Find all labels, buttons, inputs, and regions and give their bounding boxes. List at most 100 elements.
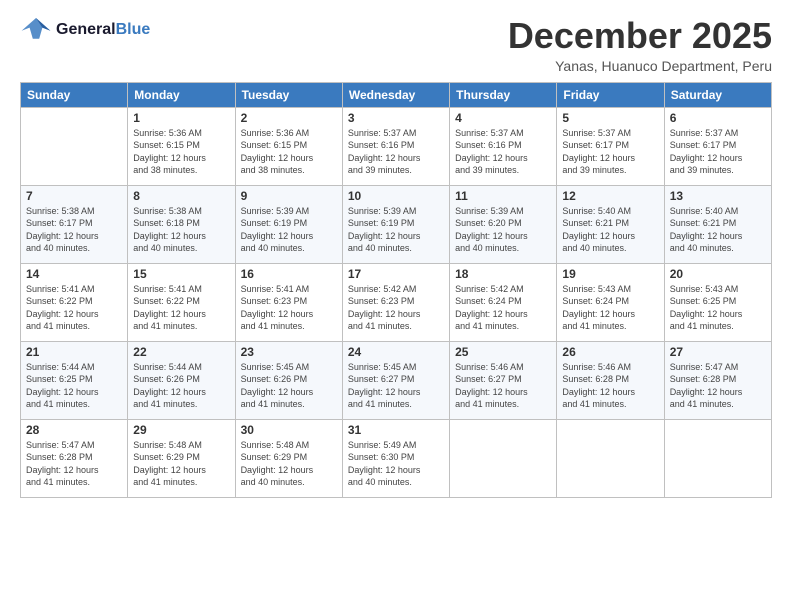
day-number: 3 xyxy=(348,111,444,125)
day-cell-18: 18 Sunrise: 5:42 AMSunset: 6:24 PMDayligh… xyxy=(450,263,557,341)
day-number: 22 xyxy=(133,345,229,359)
day-number: 13 xyxy=(670,189,766,203)
week-row-4: 21Sunrise: 5:44 AMSunset: 6:25 PMDayligh… xyxy=(21,341,772,419)
week-row-3: 14 Sunrise: 5:41 AMSunset: 6:22 PMDayligh… xyxy=(21,263,772,341)
day-cell-0 xyxy=(21,107,128,185)
day-info: Sunrise: 5:44 AMSunset: 6:25 PMDaylight:… xyxy=(26,361,122,411)
day-cell-33 xyxy=(557,419,664,497)
day-cell-14: 14 Sunrise: 5:41 AMSunset: 6:22 PMDayligh… xyxy=(21,263,128,341)
logo-text: GeneralBlue xyxy=(56,21,150,39)
day-cell-16: 16 Sunrise: 5:41 AMSunset: 6:23 PMDayligh… xyxy=(235,263,342,341)
day-number: 30 xyxy=(241,423,337,437)
day-info: Sunrise: 5:42 AMSunset: 6:24 PMDaylight:… xyxy=(455,283,551,333)
day-number: 9 xyxy=(241,189,337,203)
day-info: Sunrise: 5:42 AMSunset: 6:23 PMDaylight:… xyxy=(348,283,444,333)
day-number: 23 xyxy=(241,345,337,359)
day-info: Sunrise: 5:36 AMSunset: 6:15 PMDaylight:… xyxy=(133,127,229,177)
day-info: Sunrise: 5:39 AMSunset: 6:20 PMDaylight:… xyxy=(455,205,551,255)
day-info: Sunrise: 5:37 AMSunset: 6:16 PMDaylight:… xyxy=(455,127,551,177)
day-cell-8: 8Sunrise: 5:38 AMSunset: 6:18 PMDaylight… xyxy=(128,185,235,263)
day-info: Sunrise: 5:39 AMSunset: 6:19 PMDaylight:… xyxy=(348,205,444,255)
day-number: 15 xyxy=(133,267,229,281)
day-cell-9: 9 Sunrise: 5:39 AMSunset: 6:19 PMDaylight… xyxy=(235,185,342,263)
day-number: 4 xyxy=(455,111,551,125)
week-row-2: 7 Sunrise: 5:38 AMSunset: 6:17 PMDaylight… xyxy=(21,185,772,263)
day-number: 25 xyxy=(455,345,551,359)
day-number: 18 xyxy=(455,267,551,281)
day-info: Sunrise: 5:41 AMSunset: 6:22 PMDaylight:… xyxy=(26,283,122,333)
weekday-header-sunday: Sunday xyxy=(21,82,128,107)
day-cell-30: 30 Sunrise: 5:48 AMSunset: 6:29 PMDayligh… xyxy=(235,419,342,497)
location: Yanas, Huanuco Department, Peru xyxy=(508,58,772,74)
day-cell-19: 19 Sunrise: 5:43 AMSunset: 6:24 PMDayligh… xyxy=(557,263,664,341)
day-cell-23: 23 Sunrise: 5:45 AMSunset: 6:26 PMDayligh… xyxy=(235,341,342,419)
day-info: Sunrise: 5:49 AMSunset: 6:30 PMDaylight:… xyxy=(348,439,444,489)
calendar-table: SundayMondayTuesdayWednesdayThursdayFrid… xyxy=(20,82,772,498)
logo: GeneralBlue xyxy=(20,16,150,44)
day-cell-28: 28Sunrise: 5:47 AMSunset: 6:28 PMDayligh… xyxy=(21,419,128,497)
header: GeneralBlue December 2025 Yanas, Huanuco… xyxy=(20,16,772,74)
week-row-5: 28Sunrise: 5:47 AMSunset: 6:28 PMDayligh… xyxy=(21,419,772,497)
day-cell-7: 7 Sunrise: 5:38 AMSunset: 6:17 PMDaylight… xyxy=(21,185,128,263)
day-number: 10 xyxy=(348,189,444,203)
weekday-header-tuesday: Tuesday xyxy=(235,82,342,107)
day-info: Sunrise: 5:37 AMSunset: 6:16 PMDaylight:… xyxy=(348,127,444,177)
day-number: 7 xyxy=(26,189,122,203)
weekday-header-saturday: Saturday xyxy=(664,82,771,107)
day-info: Sunrise: 5:40 AMSunset: 6:21 PMDaylight:… xyxy=(562,205,658,255)
weekday-header-friday: Friday xyxy=(557,82,664,107)
weekday-header-monday: Monday xyxy=(128,82,235,107)
day-info: Sunrise: 5:43 AMSunset: 6:24 PMDaylight:… xyxy=(562,283,658,333)
day-info: Sunrise: 5:44 AMSunset: 6:26 PMDaylight:… xyxy=(133,361,229,411)
day-info: Sunrise: 5:43 AMSunset: 6:25 PMDaylight:… xyxy=(670,283,766,333)
day-cell-31: 31 Sunrise: 5:49 AMSunset: 6:30 PMDayligh… xyxy=(342,419,449,497)
day-info: Sunrise: 5:47 AMSunset: 6:28 PMDaylight:… xyxy=(670,361,766,411)
day-info: Sunrise: 5:37 AMSunset: 6:17 PMDaylight:… xyxy=(670,127,766,177)
day-number: 1 xyxy=(133,111,229,125)
day-number: 31 xyxy=(348,423,444,437)
day-cell-22: 22 Sunrise: 5:44 AMSunset: 6:26 PMDayligh… xyxy=(128,341,235,419)
day-number: 14 xyxy=(26,267,122,281)
day-number: 8 xyxy=(133,189,229,203)
day-info: Sunrise: 5:38 AMSunset: 6:17 PMDaylight:… xyxy=(26,205,122,255)
day-number: 26 xyxy=(562,345,658,359)
day-cell-4: 4 Sunrise: 5:37 AMSunset: 6:16 PMDaylight… xyxy=(450,107,557,185)
day-info: Sunrise: 5:41 AMSunset: 6:22 PMDaylight:… xyxy=(133,283,229,333)
day-cell-27: 27Sunrise: 5:47 AMSunset: 6:28 PMDayligh… xyxy=(664,341,771,419)
day-info: Sunrise: 5:48 AMSunset: 6:29 PMDaylight:… xyxy=(241,439,337,489)
page: GeneralBlue December 2025 Yanas, Huanuco… xyxy=(0,0,792,612)
day-number: 16 xyxy=(241,267,337,281)
day-cell-20: 20Sunrise: 5:43 AMSunset: 6:25 PMDayligh… xyxy=(664,263,771,341)
day-cell-34 xyxy=(664,419,771,497)
month-title: December 2025 xyxy=(508,16,772,56)
day-cell-6: 6 Sunrise: 5:37 AMSunset: 6:17 PMDaylight… xyxy=(664,107,771,185)
day-number: 11 xyxy=(455,189,551,203)
day-number: 29 xyxy=(133,423,229,437)
day-cell-17: 17 Sunrise: 5:42 AMSunset: 6:23 PMDayligh… xyxy=(342,263,449,341)
day-cell-13: 13Sunrise: 5:40 AMSunset: 6:21 PMDayligh… xyxy=(664,185,771,263)
day-number: 5 xyxy=(562,111,658,125)
day-number: 24 xyxy=(348,345,444,359)
day-cell-5: 5Sunrise: 5:37 AMSunset: 6:17 PMDaylight… xyxy=(557,107,664,185)
day-info: Sunrise: 5:39 AMSunset: 6:19 PMDaylight:… xyxy=(241,205,337,255)
day-cell-11: 11 Sunrise: 5:39 AMSunset: 6:20 PMDayligh… xyxy=(450,185,557,263)
day-number: 19 xyxy=(562,267,658,281)
day-cell-1: 1 Sunrise: 5:36 AMSunset: 6:15 PMDaylight… xyxy=(128,107,235,185)
day-number: 12 xyxy=(562,189,658,203)
day-number: 6 xyxy=(670,111,766,125)
title-section: December 2025 Yanas, Huanuco Department,… xyxy=(508,16,772,74)
day-number: 17 xyxy=(348,267,444,281)
day-cell-3: 3 Sunrise: 5:37 AMSunset: 6:16 PMDaylight… xyxy=(342,107,449,185)
day-info: Sunrise: 5:46 AMSunset: 6:27 PMDaylight:… xyxy=(455,361,551,411)
day-cell-26: 26Sunrise: 5:46 AMSunset: 6:28 PMDayligh… xyxy=(557,341,664,419)
day-info: Sunrise: 5:47 AMSunset: 6:28 PMDaylight:… xyxy=(26,439,122,489)
day-info: Sunrise: 5:41 AMSunset: 6:23 PMDaylight:… xyxy=(241,283,337,333)
day-info: Sunrise: 5:48 AMSunset: 6:29 PMDaylight:… xyxy=(133,439,229,489)
weekday-header-row: SundayMondayTuesdayWednesdayThursdayFrid… xyxy=(21,82,772,107)
day-cell-25: 25 Sunrise: 5:46 AMSunset: 6:27 PMDayligh… xyxy=(450,341,557,419)
day-cell-12: 12 Sunrise: 5:40 AMSunset: 6:21 PMDayligh… xyxy=(557,185,664,263)
logo-icon xyxy=(20,16,52,44)
day-info: Sunrise: 5:45 AMSunset: 6:26 PMDaylight:… xyxy=(241,361,337,411)
week-row-1: 1 Sunrise: 5:36 AMSunset: 6:15 PMDaylight… xyxy=(21,107,772,185)
day-cell-29: 29 Sunrise: 5:48 AMSunset: 6:29 PMDayligh… xyxy=(128,419,235,497)
